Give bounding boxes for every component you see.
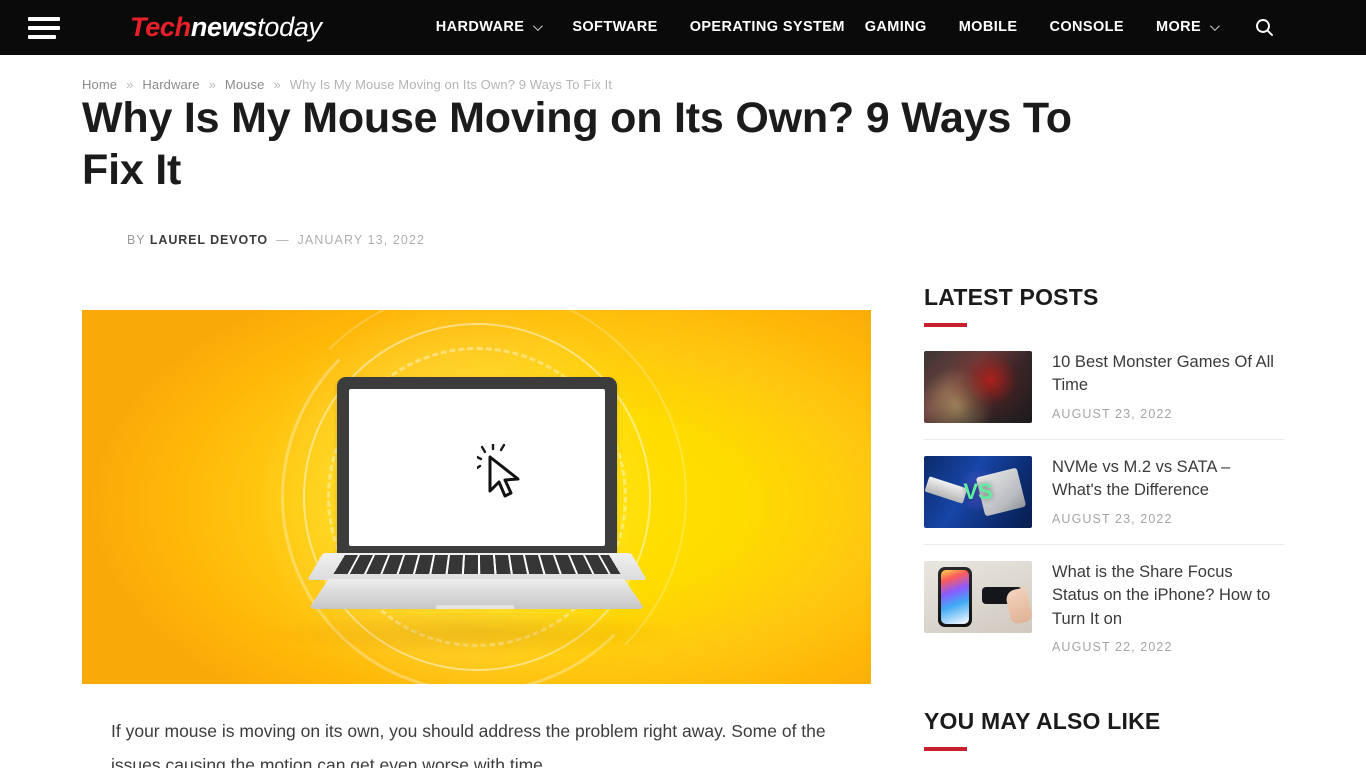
post-meta: What is the Share Focus Status on the iP… <box>1052 561 1284 654</box>
search-icon[interactable] <box>1247 11 1281 45</box>
latest-posts-list: 10 Best Monster Games Of All Time AUGUST… <box>924 345 1284 670</box>
hand-shape <box>1004 587 1032 625</box>
laptop-screen <box>348 389 605 547</box>
nav-item-console[interactable]: CONSOLE <box>1034 0 1141 55</box>
breadcrumb-item-home[interactable]: Home <box>82 77 117 92</box>
chevron-down-icon <box>533 21 544 32</box>
page-title: Why Is My Mouse Moving on Its Own? 9 Way… <box>82 94 1072 195</box>
main-navigation: HARDWARE SOFTWARE OPERATING SYSTEM GAMIN… <box>420 0 1281 55</box>
hamburger-bar <box>28 25 60 30</box>
list-item[interactable]: VS NVMe vs M.2 vs SATA – What's the Diff… <box>924 440 1284 546</box>
article-body-paragraph: If your mouse is moving on its own, you … <box>111 721 826 768</box>
site-logo[interactable]: Technewstoday <box>130 14 322 41</box>
post-date: AUGUST 23, 2022 <box>1052 511 1173 526</box>
hamburger-bar <box>28 16 60 21</box>
nav-item-operating-system[interactable]: OPERATING SYSTEM <box>674 0 849 55</box>
laptop-trackpad <box>436 605 515 610</box>
sidebar: LATEST POSTS 10 Best Monster Games Of Al… <box>924 276 1284 768</box>
breadcrumb-separator: » <box>273 77 281 92</box>
article-hero-image <box>82 310 871 685</box>
byline-date: JANUARY 13, 2022 <box>297 232 426 247</box>
nav-label: SOFTWARE <box>572 19 658 36</box>
laptop-lid <box>336 377 617 560</box>
post-meta: 10 Best Monster Games Of All Time AUGUST… <box>1052 351 1284 423</box>
mouse-cursor-icon <box>475 442 533 504</box>
nav-label: CONSOLE <box>1049 19 1124 36</box>
nav-label: HARDWARE <box>435 19 525 36</box>
post-date: AUGUST 23, 2022 <box>1052 406 1173 421</box>
site-header: Technewstoday HARDWARE SOFTWARE OPERATIN… <box>0 0 1366 55</box>
nav-label: GAMING <box>864 19 927 36</box>
widget-latest-posts: LATEST POSTS 10 Best Monster Games Of Al… <box>924 284 1284 670</box>
page-body: Home » Hardware » Mouse » Why Is My Mous… <box>0 55 1366 768</box>
byline-dash: — <box>276 232 290 247</box>
byline-by-label: BY <box>127 232 146 247</box>
list-item[interactable]: 10 Best Monster Games Of All Time AUGUST… <box>924 345 1284 441</box>
article-column: If your mouse is moving on its own, you … <box>82 276 877 768</box>
post-thumbnail[interactable]: VS <box>924 456 1032 529</box>
content-columns: If your mouse is moving on its own, you … <box>82 276 1284 768</box>
chevron-down-icon <box>1210 21 1220 32</box>
breadcrumb-separator: » <box>208 77 216 92</box>
breadcrumb-item-mouse[interactable]: Mouse <box>225 77 265 92</box>
vs-badge: VS <box>963 479 993 505</box>
post-title[interactable]: NVMe vs M.2 vs SATA – What's the Differe… <box>1052 456 1284 503</box>
breadcrumb-item-hardware[interactable]: Hardware <box>142 77 199 92</box>
laptop-base <box>305 553 649 615</box>
nav-item-gaming[interactable]: GAMING <box>849 0 943 55</box>
nav-item-hardware[interactable]: HARDWARE <box>420 0 557 55</box>
iphone-screen <box>941 570 969 625</box>
logo-part-news: news <box>190 12 258 42</box>
laptop-keys <box>332 555 621 575</box>
laptop-palmrest <box>308 579 645 610</box>
list-item[interactable]: What is the Share Focus Status on the iP… <box>924 545 1284 670</box>
hamburger-bar <box>28 34 56 39</box>
nav-item-software[interactable]: SOFTWARE <box>556 0 673 55</box>
post-meta: NVMe vs M.2 vs SATA – What's the Differe… <box>1052 456 1284 528</box>
breadcrumb: Home » Hardware » Mouse » Why Is My Mous… <box>82 55 1284 92</box>
article-byline: BY LAUREL DEVOTO — JANUARY 13, 2022 <box>82 225 1284 254</box>
logo-part-tech: Tech <box>130 12 191 42</box>
logo-part-today: today <box>257 12 322 42</box>
post-thumbnail[interactable] <box>924 351 1032 424</box>
widget-title-you-may-also-like: YOU MAY ALSO LIKE <box>924 708 1161 735</box>
post-title[interactable]: What is the Share Focus Status on the iP… <box>1052 561 1284 631</box>
nav-label: MORE <box>1156 19 1202 36</box>
nav-label: OPERATING SYSTEM <box>689 19 845 36</box>
post-date: AUGUST 22, 2022 <box>1052 640 1173 655</box>
content-wrapper: Home » Hardware » Mouse » Why Is My Mous… <box>82 55 1284 768</box>
breadcrumb-separator: » <box>126 77 134 92</box>
laptop-illustration <box>305 377 649 617</box>
nav-item-mobile[interactable]: MOBILE <box>943 0 1034 55</box>
post-thumbnail[interactable] <box>924 561 1032 634</box>
post-title[interactable]: 10 Best Monster Games Of All Time <box>1052 351 1284 398</box>
nav-label: MOBILE <box>958 19 1018 36</box>
accent-bar <box>924 747 967 752</box>
byline-author[interactable]: LAUREL DEVOTO <box>150 233 268 247</box>
widget-title-latest-posts: LATEST POSTS <box>924 284 1099 311</box>
accent-bar <box>924 323 967 328</box>
hamburger-icon[interactable] <box>28 16 60 39</box>
avatar <box>82 225 111 254</box>
widget-you-may-also-like: YOU MAY ALSO LIKE <box>924 708 1284 752</box>
nav-item-more[interactable]: MORE <box>1140 0 1233 55</box>
breadcrumb-current: Why Is My Mouse Moving on Its Own? 9 Way… <box>289 77 613 92</box>
nvme-stick-shape <box>924 476 968 504</box>
iphone-shape <box>938 567 972 628</box>
